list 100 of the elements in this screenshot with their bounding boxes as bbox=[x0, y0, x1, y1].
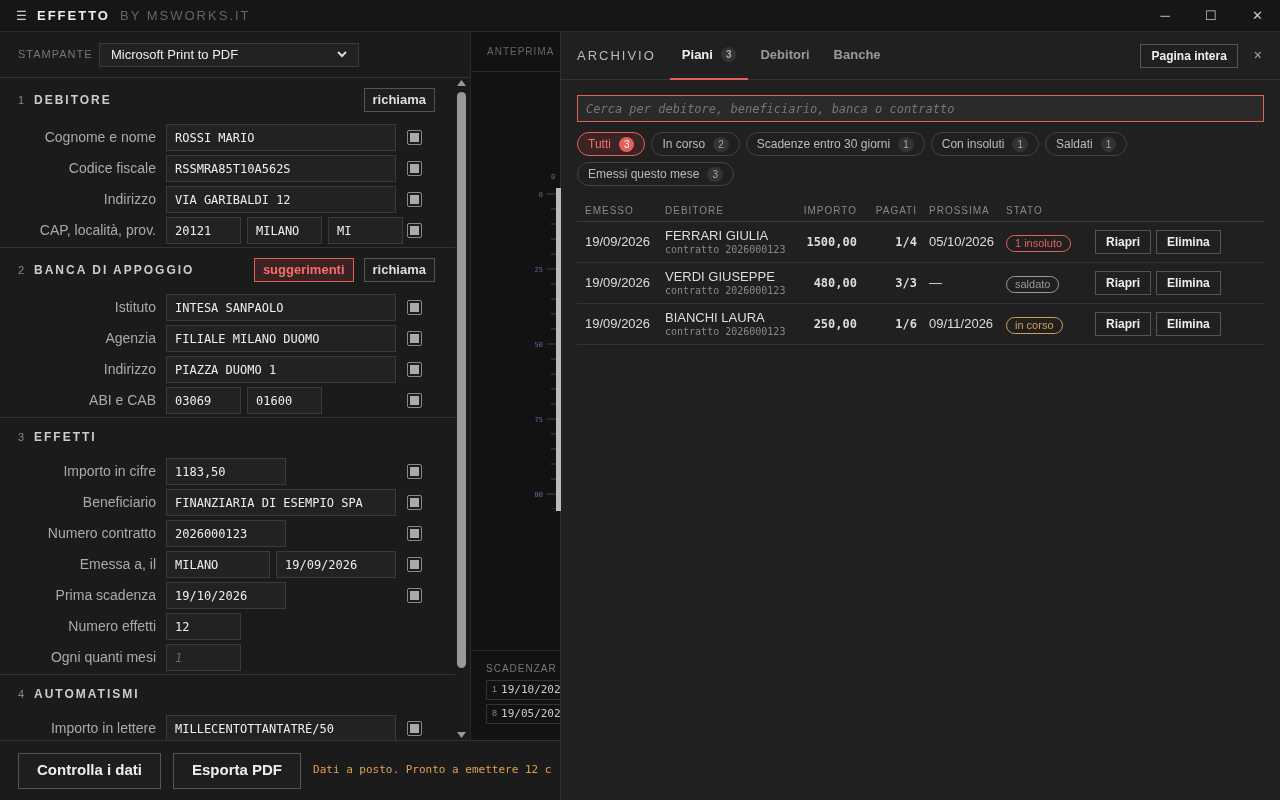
checkbox[interactable] bbox=[407, 192, 422, 207]
preview-title: ANTEPRIMA bbox=[487, 45, 555, 59]
section-title: DEBITORE bbox=[34, 92, 112, 109]
input-field[interactable]: 12 bbox=[166, 613, 241, 640]
field-label: Ogni quanti mesi bbox=[49, 648, 157, 667]
close-button[interactable]: ✕ bbox=[1234, 0, 1280, 32]
field-label: Importo in lettere bbox=[49, 719, 157, 738]
field-label: Prima scadenza bbox=[54, 586, 157, 605]
section-title: EFFETTI bbox=[34, 429, 97, 446]
table-cell-text: 19/09/2026 bbox=[584, 315, 652, 334]
scroll-up-icon[interactable] bbox=[457, 80, 466, 86]
input-field[interactable]: PIAZZA DUOMO 1 bbox=[166, 356, 396, 383]
checkbox[interactable] bbox=[407, 300, 422, 315]
tab[interactable]: Piani 3 bbox=[669, 31, 749, 80]
full-page-button[interactable]: Pagina intera bbox=[1140, 43, 1238, 68]
table-cell-text: 09/11/2026 bbox=[928, 315, 995, 334]
input-field[interactable]: 03069 bbox=[166, 387, 241, 414]
export-pdf-button[interactable]: Esporta PDF bbox=[173, 752, 301, 789]
field-label: Beneficiario bbox=[81, 493, 157, 512]
table-cell-text: — bbox=[928, 274, 943, 293]
section-title: BANCA DI APPOGGIO bbox=[34, 262, 195, 279]
section-number: 2 bbox=[18, 262, 26, 278]
recall-button[interactable]: richiama bbox=[363, 88, 435, 112]
delete-button[interactable]: Elimina bbox=[1156, 271, 1221, 295]
debtor-name: FERRARI GIULIA bbox=[665, 227, 770, 244]
table-cell-text: 480,00 bbox=[812, 275, 857, 292]
filter-count: 1 bbox=[898, 136, 914, 152]
check-data-button[interactable]: Controlla i dati bbox=[18, 752, 161, 789]
schedule-title: SCADENZAR bbox=[486, 662, 558, 676]
field-label: CAP, località, prov. bbox=[38, 221, 157, 240]
input-field[interactable]: ROSSI MARIO bbox=[166, 124, 396, 151]
column-header: PROSSIMA bbox=[928, 204, 991, 218]
section-number: 1 bbox=[18, 92, 26, 108]
delete-button[interactable]: Elimina bbox=[1156, 230, 1221, 254]
minimize-button[interactable]: ─ bbox=[1142, 0, 1188, 32]
app-title: EFFETTO bbox=[37, 6, 110, 25]
input-field[interactable]: MILLECENTOTTANTATRÉ/50 bbox=[166, 715, 396, 740]
input-field[interactable]: 20121 bbox=[166, 217, 241, 244]
input-field[interactable]: MI bbox=[328, 217, 403, 244]
checkbox[interactable] bbox=[407, 393, 422, 408]
tab-count: 3 bbox=[720, 47, 737, 62]
tab[interactable]: Banche bbox=[821, 31, 893, 80]
filter-count: 1 bbox=[1012, 136, 1028, 152]
input-field[interactable]: RSSMRA85T10A562S bbox=[166, 155, 396, 182]
column-header: DEBITORE bbox=[665, 204, 725, 218]
close-button[interactable]: × bbox=[1253, 45, 1262, 66]
contract-number: contratto 2026000123 bbox=[665, 325, 787, 339]
recall-button[interactable]: richiama bbox=[363, 258, 435, 282]
field-label: Istituto bbox=[113, 298, 157, 317]
checkbox[interactable] bbox=[407, 362, 422, 377]
search-field[interactable]: Cerca per debitore, beneficiario, banca o contratto bbox=[577, 95, 1264, 122]
input-field[interactable]: MILANO bbox=[247, 217, 322, 244]
checkbox[interactable] bbox=[407, 495, 422, 510]
table-cell-text: 05/10/2026 bbox=[928, 233, 996, 252]
input-field[interactable]: 19/10/2026 bbox=[166, 582, 286, 609]
column-header: PAGATI bbox=[874, 204, 917, 218]
reopen-button[interactable]: Riapri bbox=[1095, 271, 1151, 295]
checkbox[interactable] bbox=[407, 526, 422, 541]
checkbox[interactable] bbox=[407, 588, 422, 603]
tab[interactable]: Debitori bbox=[748, 31, 822, 80]
checkbox[interactable] bbox=[407, 464, 422, 479]
checkbox[interactable] bbox=[407, 223, 422, 238]
input-field[interactable]: 19/09/2026 bbox=[276, 551, 396, 578]
scroll-down-icon[interactable] bbox=[457, 732, 466, 738]
field-label: Numero contratto bbox=[46, 524, 157, 543]
input-field[interactable]: FILIALE MILANO DUOMO bbox=[166, 325, 396, 352]
delete-button[interactable]: Elimina bbox=[1156, 312, 1221, 336]
column-header: STATO bbox=[1006, 204, 1044, 218]
suggestions-button[interactable]: suggerimenti bbox=[253, 258, 354, 282]
filter-count: 3 bbox=[707, 166, 723, 182]
checkbox[interactable] bbox=[407, 130, 422, 145]
input-field[interactable]: VIA GARIBALDI 12 bbox=[166, 186, 396, 213]
checkbox[interactable] bbox=[407, 331, 422, 346]
table-cell-text: 3/3 bbox=[894, 275, 917, 292]
checkbox[interactable] bbox=[407, 557, 422, 572]
field-label: Emessa a, il bbox=[78, 555, 157, 574]
input-field[interactable]: 01600 bbox=[247, 387, 322, 414]
scrollbar[interactable] bbox=[455, 78, 468, 740]
input-field[interactable]: MILANO bbox=[166, 551, 270, 578]
input-field[interactable]: 1 bbox=[166, 644, 241, 671]
input-field[interactable]: 2026000123 bbox=[166, 520, 286, 547]
checkbox[interactable] bbox=[407, 161, 422, 176]
input-field[interactable]: INTESA SANPAOLO bbox=[166, 294, 396, 321]
archive-title: ARCHIVIO bbox=[577, 46, 656, 65]
input-field[interactable]: 1183,50 bbox=[166, 458, 286, 485]
menu-icon[interactable]: ☰ bbox=[16, 6, 27, 25]
chevron-down-icon bbox=[337, 51, 347, 58]
input-field[interactable]: FINANZIARIA DI ESEMPIO SPA bbox=[166, 489, 396, 516]
field-label: Codice fiscale bbox=[67, 159, 157, 178]
checkbox[interactable] bbox=[407, 721, 422, 736]
printer-select[interactable]: Microsoft Print to PDF bbox=[99, 42, 359, 67]
reopen-button[interactable]: Riapri bbox=[1095, 312, 1151, 336]
maximize-button[interactable]: ☐ bbox=[1188, 0, 1234, 32]
contract-number: contratto 2026000123 bbox=[665, 284, 787, 298]
app-subtitle: BY MSWORKS.IT bbox=[120, 6, 251, 25]
filter-count: 2 bbox=[713, 136, 729, 152]
table-cell-text: 19/09/2026 bbox=[584, 274, 652, 293]
column-header: IMPORTO bbox=[802, 204, 857, 218]
filter-chip[interactable]: Tutti 3 bbox=[577, 132, 646, 156]
reopen-button[interactable]: Riapri bbox=[1095, 230, 1151, 254]
